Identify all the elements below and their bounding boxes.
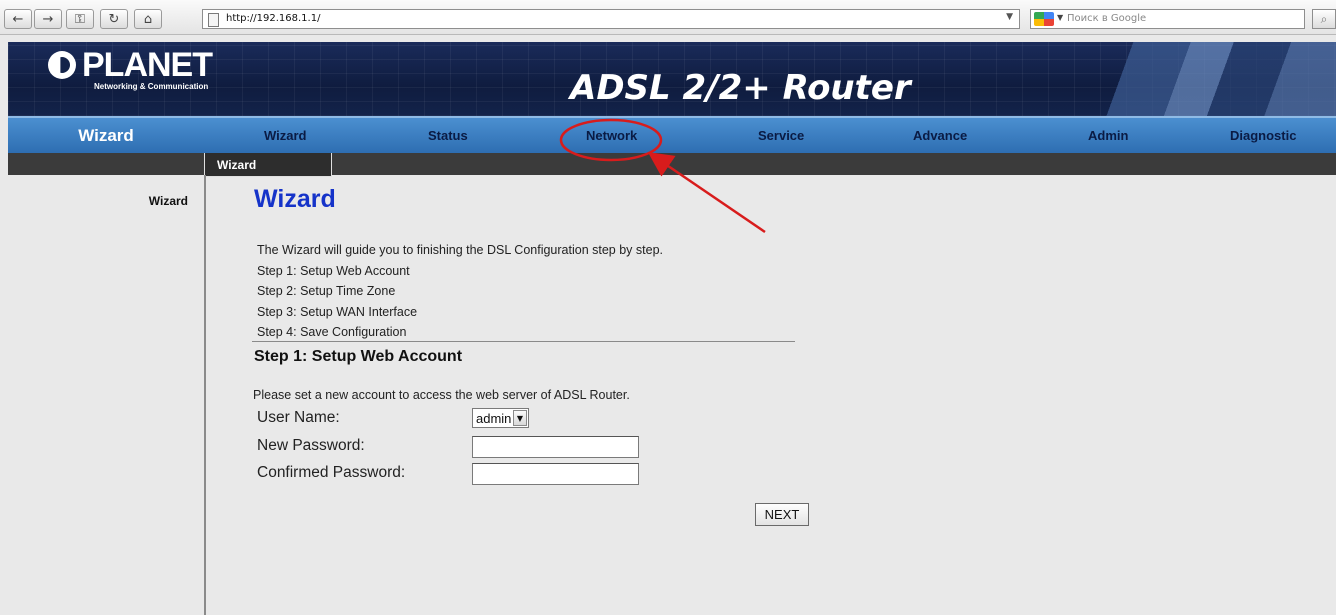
annotation-circle: [559, 118, 663, 162]
annotation-arrow: [647, 152, 766, 234]
annotation-overlay: [559, 118, 766, 234]
